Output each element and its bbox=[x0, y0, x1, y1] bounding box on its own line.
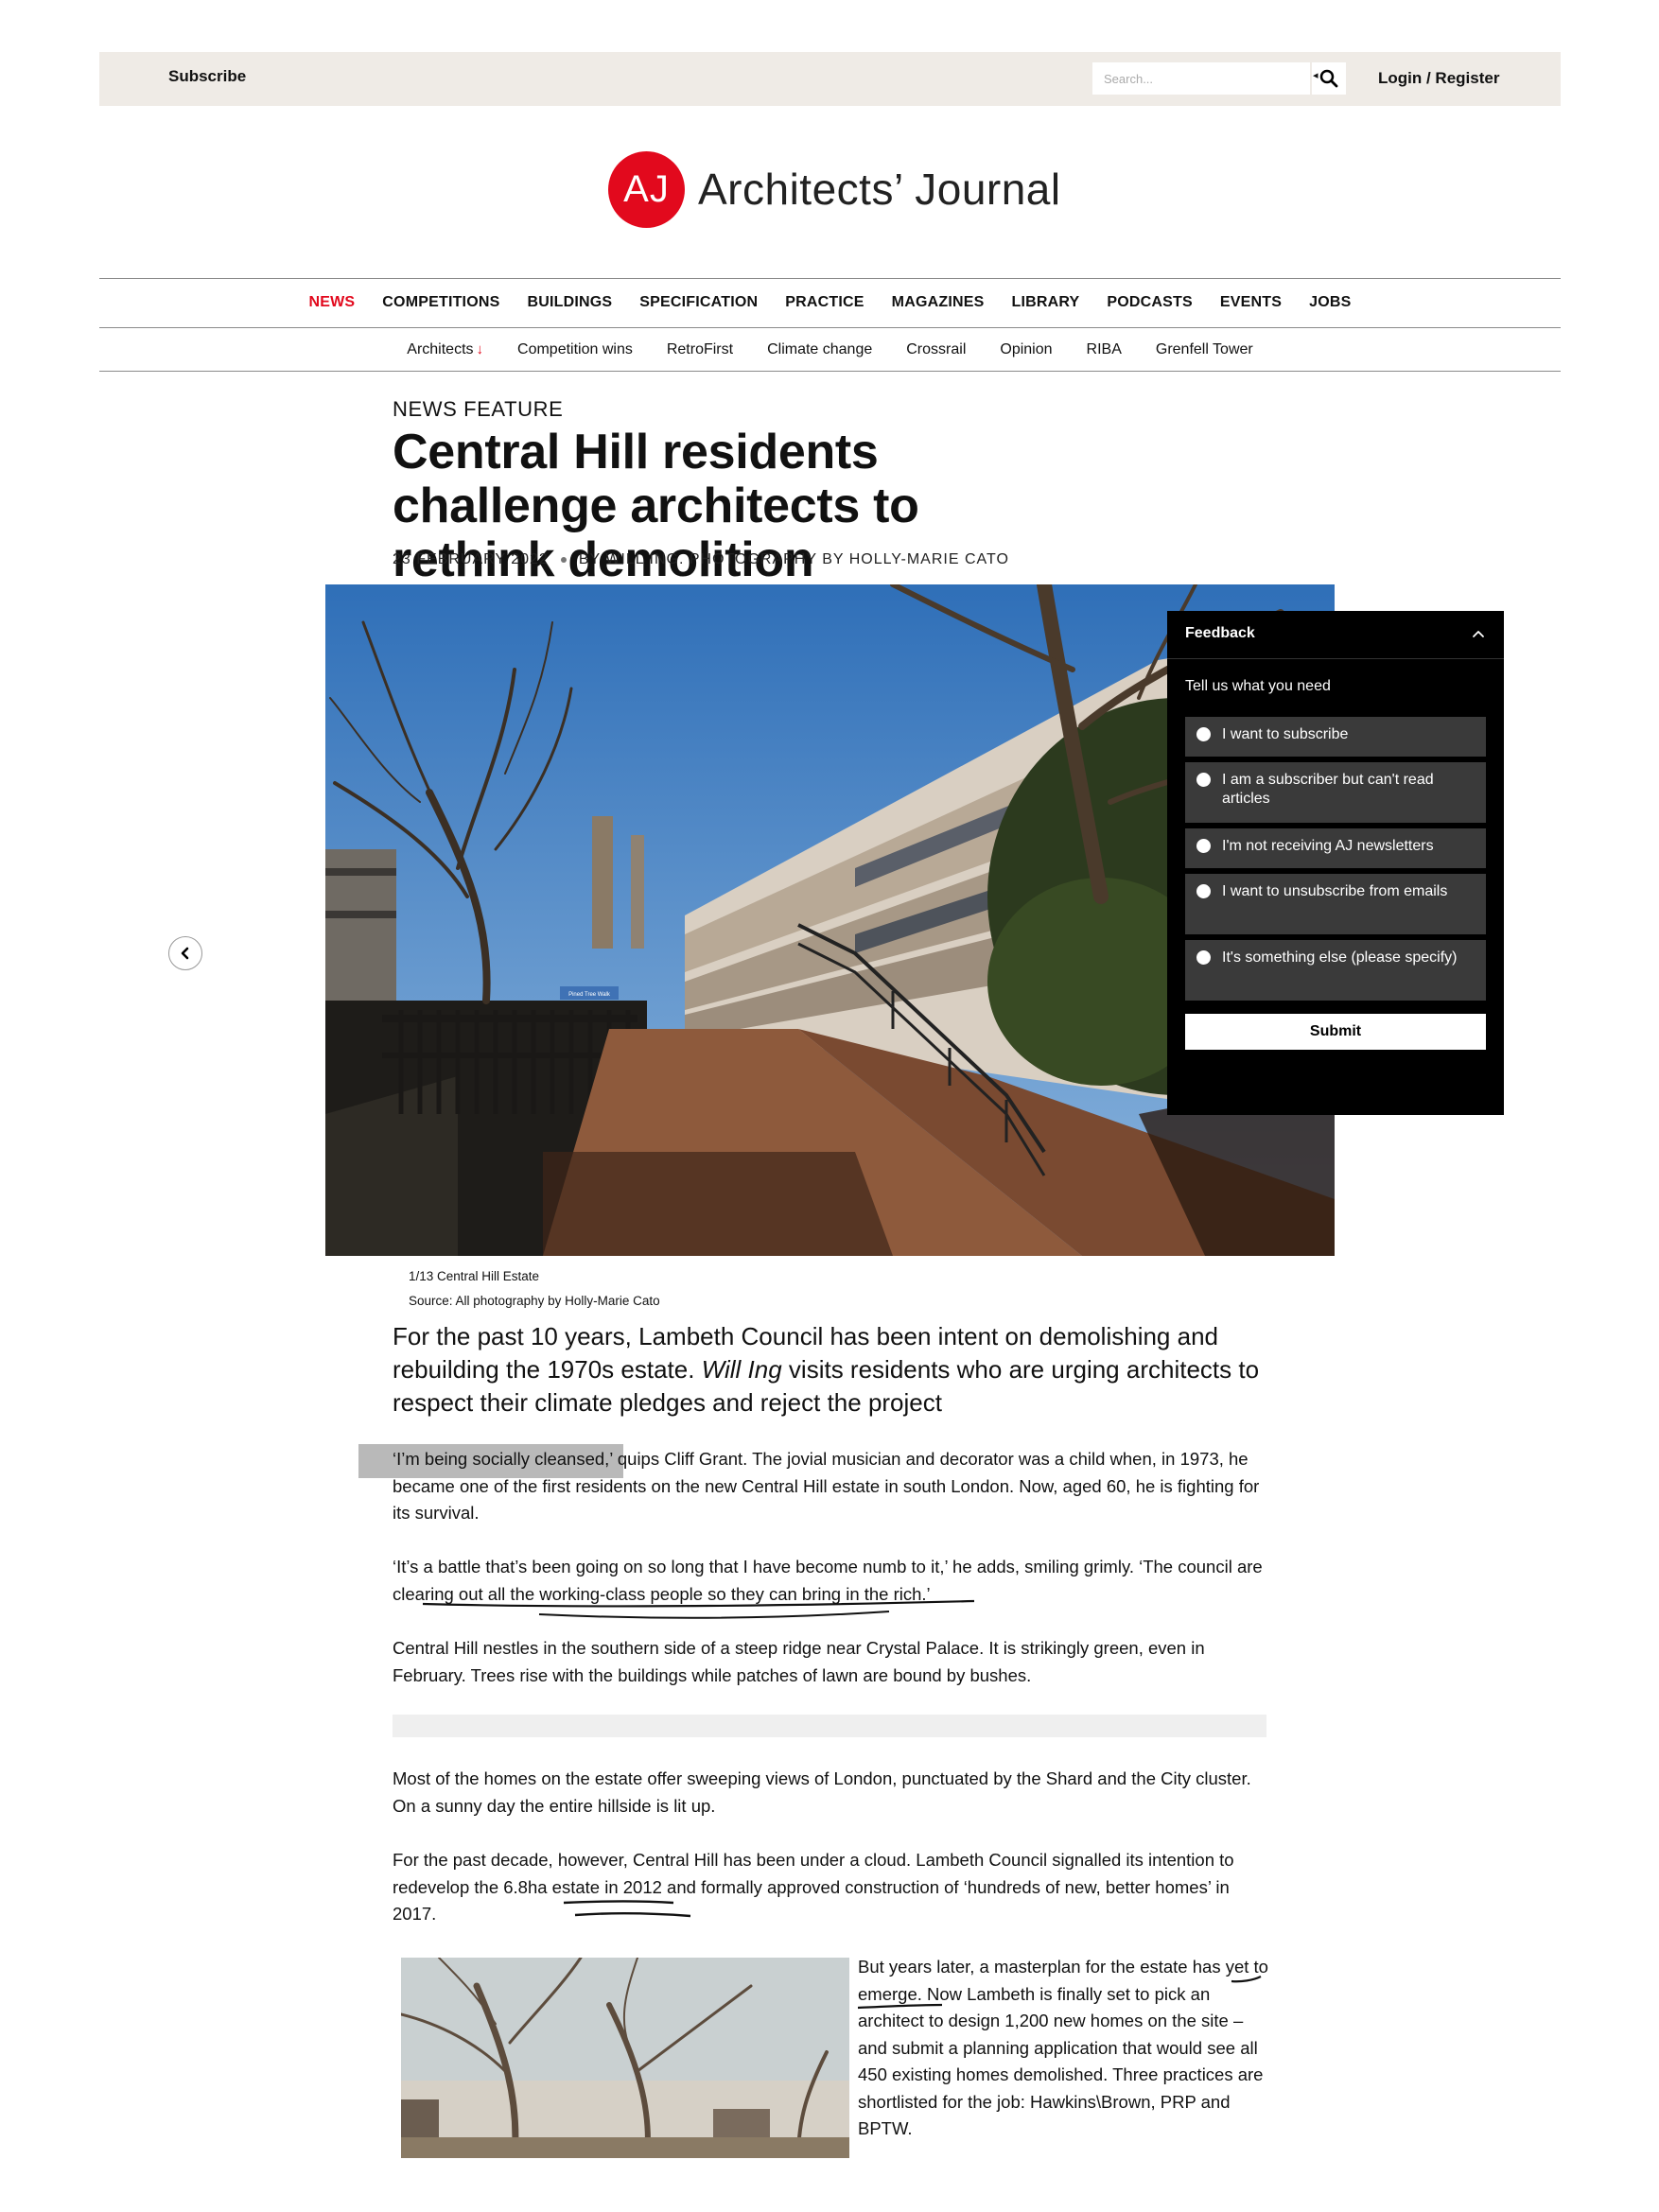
ink-annotations bbox=[422, 1599, 1262, 2010]
ink-underline-estate-2012-2 bbox=[574, 1911, 691, 1918]
ink-underline-to-emerge bbox=[857, 2003, 943, 2010]
ink-underline-yet bbox=[1231, 1976, 1262, 1983]
ink-underline-clearing-out-2 bbox=[538, 1611, 890, 1619]
ink-underline-clearing-out bbox=[422, 1599, 975, 1608]
ink-underline-estate-2012 bbox=[563, 1900, 674, 1905]
